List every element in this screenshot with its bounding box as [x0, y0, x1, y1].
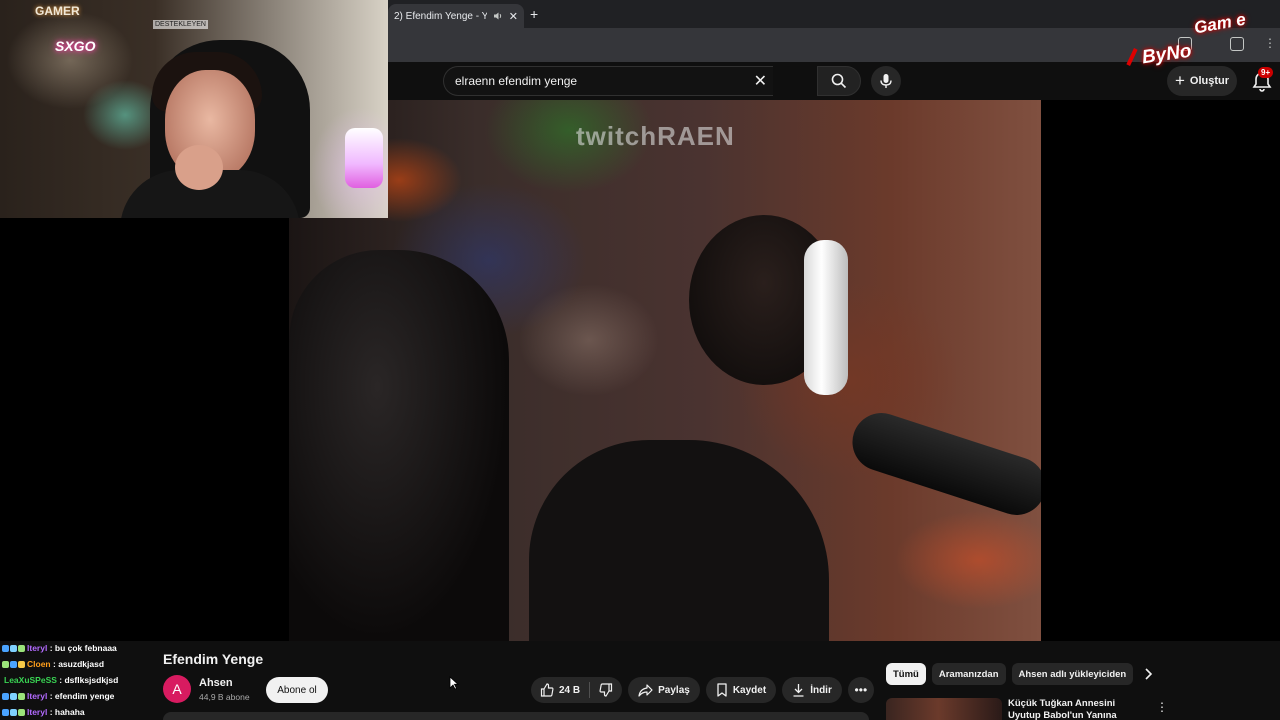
webcam-neon-sign: SXGO: [55, 38, 96, 54]
webcam-lamp: [345, 128, 383, 188]
stream-overlay-logo: Gam e ByNo: [1124, 10, 1254, 70]
chat-badges: [2, 660, 25, 668]
chat-message: asuzdkjasd: [58, 659, 105, 669]
webcam-overlay: GAMER SXGO DESTEKLEYEN: [0, 0, 388, 218]
chevron-right-icon[interactable]: [1143, 667, 1153, 681]
webcam-sign: DESTEKLEYEN: [153, 20, 208, 29]
chat-message: efendim yenge: [54, 691, 115, 701]
channel-name[interactable]: Ahsen: [199, 677, 233, 689]
tab-close-icon[interactable]: ✕: [509, 10, 518, 23]
chip-all[interactable]: Tümü: [886, 663, 926, 685]
chat-message-sep: :: [50, 659, 59, 669]
download-icon: [793, 684, 804, 697]
webcam-board-text: GAMER: [35, 4, 80, 18]
headset: [804, 240, 848, 395]
logo-byno-text: ByNo: [1140, 40, 1193, 69]
search-query: elraenn efendim yenge: [455, 74, 578, 88]
like-button[interactable]: 24 B: [531, 677, 589, 703]
chat-line: lteryl : bu çok febnaaa: [0, 640, 160, 656]
chat-username: lteryl: [27, 707, 48, 717]
chat-message-sep: :: [47, 643, 55, 653]
chat-username: lteryl: [27, 643, 48, 653]
screen: 2) Efendim Yenge - YouTu ✕ + ⋮ elraenn e…: [0, 0, 1280, 720]
video-actions: 24 B Paylaş Kaydet İndir •••: [531, 677, 874, 703]
chip-from-search[interactable]: Aramanızdan: [931, 663, 1006, 685]
streamer-body: [529, 440, 829, 641]
chat-badges: [2, 644, 25, 652]
gaming-chair: [289, 250, 509, 641]
create-button[interactable]: + Oluştur: [1167, 66, 1237, 96]
chat-message: hahaha: [54, 707, 85, 717]
chat-username: lteryl: [27, 691, 48, 701]
logo-slash-mark: [1126, 47, 1138, 67]
share-icon: [638, 683, 653, 697]
plus-icon: +: [1174, 71, 1185, 90]
download-label: İndir: [810, 684, 832, 696]
recommendation-menu-icon[interactable]: ⋮: [1156, 700, 1168, 714]
chat-line: lteryl : efendim yenge: [0, 688, 160, 704]
description-box[interactable]: [163, 712, 869, 720]
tab-title: 2) Efendim Yenge - YouTu: [394, 10, 487, 22]
chat-badges: [2, 708, 25, 716]
studio-microphone: [844, 405, 1041, 523]
like-count: 24 B: [559, 684, 581, 696]
chat-message-sep: :: [47, 691, 55, 701]
share-label: Paylaş: [658, 684, 690, 696]
browser-tab[interactable]: 2) Efendim Yenge - YouTu ✕: [388, 4, 524, 28]
recommendation-thumbnail[interactable]: [886, 698, 1002, 720]
chat-message: dsflksjsdkjsd: [64, 675, 119, 685]
voice-search-button[interactable]: [871, 66, 901, 96]
mouse-cursor-icon: [449, 676, 459, 690]
microphone-icon: [880, 74, 892, 88]
search-icon: [831, 73, 847, 89]
chat-message-sep: :: [56, 675, 65, 685]
dislike-button[interactable]: [590, 677, 622, 703]
search-button[interactable]: [817, 66, 861, 96]
save-label: Kaydet: [732, 684, 767, 696]
chip-from-uploader[interactable]: Ahsen adlı yükleyiciden: [1011, 663, 1134, 685]
channel-avatar[interactable]: A: [163, 675, 191, 703]
share-button[interactable]: Paylaş: [628, 677, 700, 703]
chat-message-sep: :: [47, 707, 55, 717]
logo-game-text: Gam e: [1192, 9, 1248, 38]
video-title: Efendim Yenge: [163, 651, 264, 667]
recommendation-title[interactable]: Küçük Tuğkan Annesini Uyutup Babol'un Ya…: [1008, 698, 1150, 720]
new-tab-button[interactable]: +: [530, 6, 538, 22]
chat-message: bu çok febnaaa: [54, 643, 117, 653]
browser-menu-icon[interactable]: ⋮: [1264, 36, 1276, 50]
create-label: Oluştur: [1189, 75, 1230, 87]
speaker-icon[interactable]: [493, 11, 503, 21]
notification-badge: 9+: [1258, 67, 1274, 78]
recommendation-chips: Tümü Aramanızdan Ahsen adlı yükleyiciden: [886, 663, 1134, 685]
chat-username: LeaXuSPeSS: [4, 675, 57, 685]
thumbs-down-icon: [599, 683, 613, 697]
more-actions-icon[interactable]: •••: [847, 677, 874, 703]
bookmark-icon: [717, 683, 727, 697]
clear-search-icon[interactable]: ✕: [754, 71, 767, 91]
save-button[interactable]: Kaydet: [705, 677, 777, 703]
video-watermark: twitchRAEN: [576, 121, 735, 151]
chat-username: Cloen: [27, 659, 51, 669]
thumbs-up-icon: [540, 683, 554, 697]
video-frame[interactable]: twitchRAEN: [289, 100, 1041, 641]
chat-line: lteryl : hahaha: [0, 704, 160, 720]
stream-chat: lteryl : bu çok febnaaa Cloen : asuzdkja…: [0, 640, 160, 720]
download-button[interactable]: İndir: [782, 677, 842, 703]
like-dislike-group: 24 B: [531, 677, 623, 703]
subscribe-button[interactable]: Abone ol: [266, 677, 328, 703]
chat-badges: [2, 692, 25, 700]
search-input[interactable]: elraenn efendim yenge ✕: [443, 66, 773, 96]
webcam-hand: [175, 145, 223, 190]
subscriber-count: 44,9 B abone: [199, 692, 250, 702]
chat-line: LeaXuSPeSS : dsflksjsdkjsd: [0, 672, 160, 688]
chat-line: Cloen : asuzdkjasd: [0, 656, 160, 672]
